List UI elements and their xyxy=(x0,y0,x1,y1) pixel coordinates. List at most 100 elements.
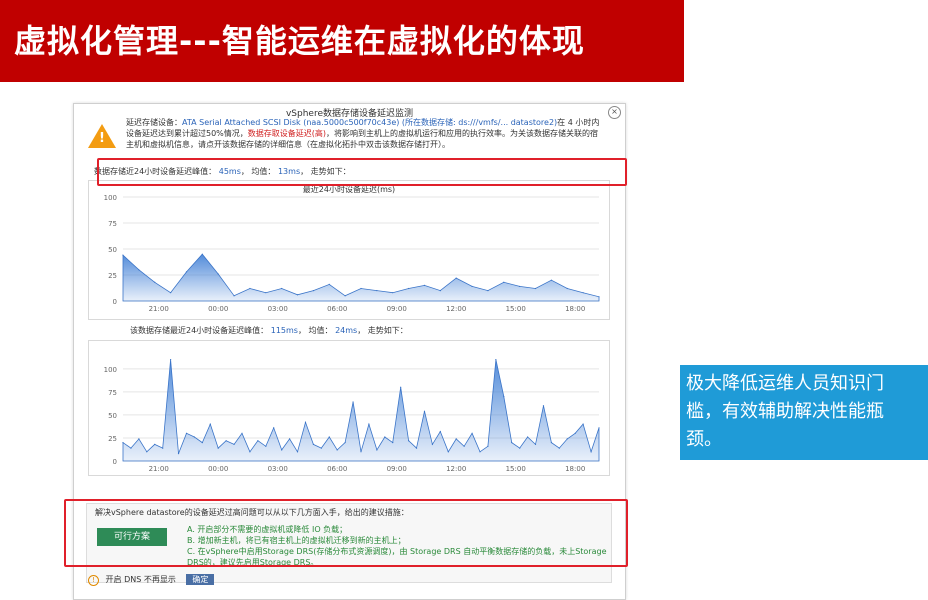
chart-2-xtick: 12:00 xyxy=(446,465,466,473)
chart-2-point xyxy=(558,447,560,449)
chart-1-point xyxy=(582,292,584,294)
chart-1-point xyxy=(566,287,568,290)
chart-2-point xyxy=(495,359,497,361)
title-banner: 虚拟化管理---智能运维在虚拟化的体现 xyxy=(0,0,684,82)
chart-2-point xyxy=(503,395,505,398)
chart-2-point xyxy=(265,445,267,447)
chart-2-point xyxy=(257,440,259,442)
chart-2-point xyxy=(352,401,354,403)
chart-2-point xyxy=(511,441,513,444)
chart-1-point xyxy=(550,279,552,281)
device-link[interactable]: ATA Serial Attached SCSI Disk (naa.5000c… xyxy=(182,118,557,127)
chart-1-ytick: 0 xyxy=(113,298,117,306)
chart-2-xtick: 06:00 xyxy=(327,465,347,473)
chart-2-point xyxy=(344,441,346,444)
footer-text: 开启 DNS 不再显示 xyxy=(105,575,176,584)
chart-2-point xyxy=(304,421,307,423)
chart-2-point xyxy=(177,453,180,455)
chart-1-point xyxy=(471,285,473,288)
chart-2-point xyxy=(170,359,172,361)
chart-1-point xyxy=(439,290,441,292)
chart-1-point xyxy=(360,287,362,290)
chart-2-point xyxy=(415,447,418,449)
chart-1-point xyxy=(249,287,251,290)
chart-1-point xyxy=(392,292,394,294)
highlight-summary xyxy=(97,158,627,186)
info-label: 延迟存储设备： xyxy=(126,118,182,127)
chart-1-point xyxy=(296,294,299,296)
chart-2-point xyxy=(122,441,124,444)
summary-2-peak: 115ms xyxy=(270,326,298,335)
confirm-button[interactable]: 确定 xyxy=(186,574,215,585)
chart-1-point xyxy=(503,281,505,283)
chart-2-point xyxy=(320,447,322,449)
chart-2-svg: 0 25 50 75 100 21:00 00:00 03:00 06:00 09:00 12:00… xyxy=(104,359,600,473)
chart-1-point xyxy=(519,285,521,288)
chart-2-point xyxy=(146,451,148,453)
callout-box: 极大降低运维人员知识门槛，有效辅助解决性能瓶颈。 xyxy=(680,365,928,460)
chart-1-point xyxy=(487,290,489,292)
chart-1-point xyxy=(344,295,346,297)
summary-2-label: 该数据存储最近24小时设备延迟峰值： xyxy=(130,326,269,335)
chart-1-svg: 0 25 50 75 100 21:00 00:00 03:00 06:00 09:00 12:00… xyxy=(104,194,600,313)
chart-2-point xyxy=(185,432,188,434)
chart-2-point xyxy=(376,449,378,451)
chart-2-point xyxy=(296,451,299,453)
summary-2-trend: 走势如下： xyxy=(367,326,408,335)
chart-1-point xyxy=(138,269,140,271)
summary-line-2: 该数据存储最近24小时设备延迟峰值： 115ms， 均值： 24ms， 走势如下… xyxy=(130,326,408,335)
chart-1-xtick: 06:00 xyxy=(327,305,347,313)
chart-1: 最近24小时设备延迟(ms) 0 25 50 75 100 21:00 00:00 03:00… xyxy=(88,180,610,320)
chart-2-point xyxy=(519,447,521,449)
chart-1-ytick: 100 xyxy=(104,194,117,202)
chart-2-point xyxy=(201,441,203,444)
chart-2-point xyxy=(312,443,314,446)
chart-2-xtick: 18:00 xyxy=(565,465,585,473)
chart-1-point xyxy=(328,283,330,285)
chart-1-xtick: 09:00 xyxy=(387,305,407,313)
chart-1-point xyxy=(122,254,124,256)
chart-1-point xyxy=(217,273,219,275)
chart-2-point xyxy=(162,447,164,449)
chart-2-point xyxy=(487,445,489,447)
chart-2-point xyxy=(463,445,465,447)
chart-2-point xyxy=(542,405,545,407)
chart-2-point xyxy=(209,423,211,425)
chart-2-point xyxy=(130,447,132,449)
chart-1-xtick: 12:00 xyxy=(446,305,466,313)
warning-icon: ! xyxy=(88,124,116,148)
chart-1-point xyxy=(265,292,267,294)
chart-1-xtick: 21:00 xyxy=(149,305,169,313)
callout-text: 极大降低运维人员知识门槛，有效辅助解决性能瓶颈。 xyxy=(686,373,884,450)
dialog-footer: ! 开启 DNS 不再显示 确定 xyxy=(88,574,215,586)
chart-2-point xyxy=(590,451,592,453)
chart-2-point xyxy=(471,432,473,434)
chart-2-point xyxy=(328,436,330,438)
chart-2-point xyxy=(249,451,251,453)
chart-1-xtick: 15:00 xyxy=(506,305,526,313)
severity-text: 数据存取设备延迟(高) xyxy=(247,129,327,138)
chart-2-point xyxy=(598,427,600,429)
chart-2-point xyxy=(439,430,441,433)
chart-2-point xyxy=(447,451,449,453)
warning-message: 延迟存储设备：ATA Serial Attached SCSI Disk (na… xyxy=(126,117,606,150)
chart-1-ytick: 75 xyxy=(108,220,117,228)
chart-2-point xyxy=(534,443,537,446)
chart-2-point xyxy=(336,449,338,451)
close-icon[interactable]: × xyxy=(608,106,621,119)
chart-2-point xyxy=(408,440,410,442)
chart-2-point xyxy=(360,451,362,453)
chart-2-point xyxy=(400,386,402,388)
chart-2-point xyxy=(368,423,370,425)
chart-1-point xyxy=(455,277,457,279)
chart-2-ytick: 0 xyxy=(113,458,117,466)
chart-2-ytick: 100 xyxy=(104,366,117,374)
chart-1-point xyxy=(281,287,283,290)
summary-2-avg-label: 均值： xyxy=(308,326,333,335)
chart-1-point xyxy=(534,287,537,290)
chart-2-point xyxy=(384,436,386,438)
chart-2-ytick: 75 xyxy=(108,389,117,397)
chart-1-point xyxy=(312,290,314,292)
chart-2-point xyxy=(193,436,195,438)
page-title: 虚拟化管理---智能运维在虚拟化的体现 xyxy=(14,22,585,60)
